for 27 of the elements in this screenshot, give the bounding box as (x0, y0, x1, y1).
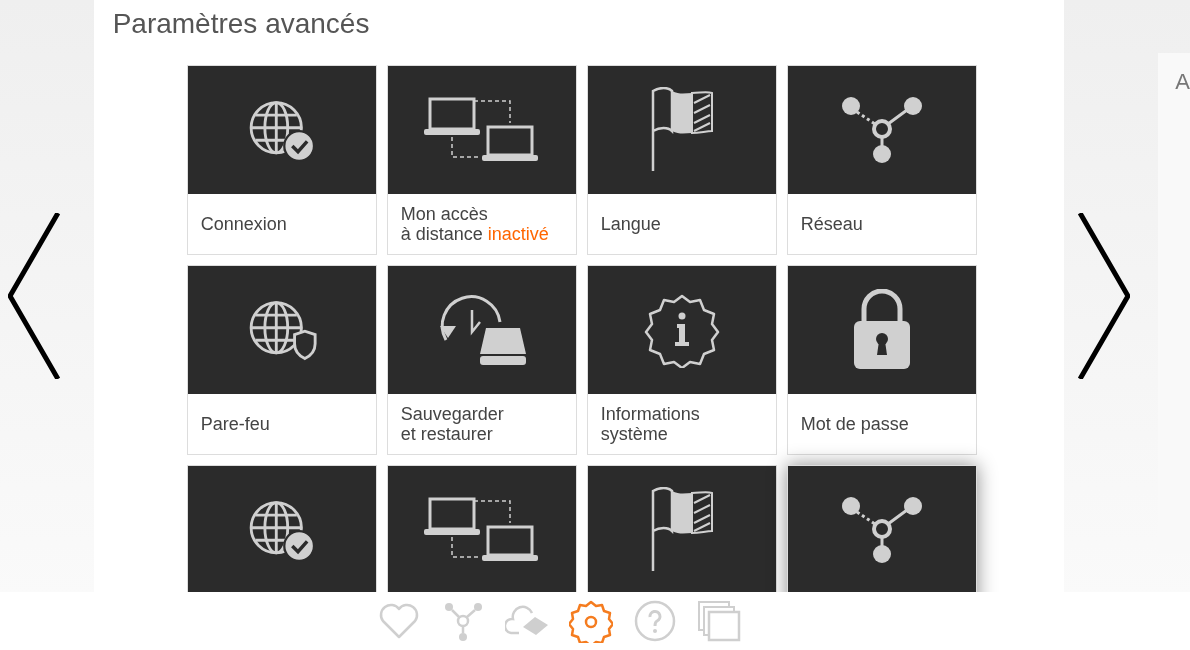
tile-label: Mon accès à distance inactivé (400, 204, 549, 244)
tile-label: Sauvegarder et restaurer (400, 404, 504, 444)
settings-tile[interactable]: Réseau (786, 65, 977, 255)
settings-tile[interactable]: Connexion (186, 65, 377, 255)
laptops-icon (423, 97, 540, 163)
flag-icon (649, 87, 714, 173)
tile-label: Langue (600, 214, 661, 234)
network-icon (840, 96, 923, 164)
panel-title: A (1175, 69, 1190, 95)
laptops-icon (423, 497, 540, 563)
settings-tile[interactable]: Langue (586, 65, 777, 255)
info-gear-icon (643, 292, 720, 368)
flag-icon (649, 487, 714, 573)
settings-tile[interactable]: Mon accès à distance inactivé (386, 65, 577, 255)
tile-label: Réseau (800, 214, 863, 234)
settings-icon[interactable] (569, 599, 613, 643)
tile-label: Pare-feu (200, 414, 270, 434)
settings-tile[interactable]: Pare-feu (186, 265, 377, 455)
network-icon (840, 496, 923, 564)
padlock-icon (851, 289, 912, 371)
tile-label: Informations système (600, 404, 700, 444)
tile-label: Mot de passe (800, 414, 909, 434)
settings-tile[interactable]: Sauvegarder et restaurer (386, 265, 577, 455)
settings-tile[interactable]: Mot de passe (786, 265, 977, 455)
page-title: Paramètres avancés (112, 7, 371, 41)
tile-label: Connexion (200, 214, 287, 234)
settings-tile[interactable]: Informations système (586, 265, 777, 455)
